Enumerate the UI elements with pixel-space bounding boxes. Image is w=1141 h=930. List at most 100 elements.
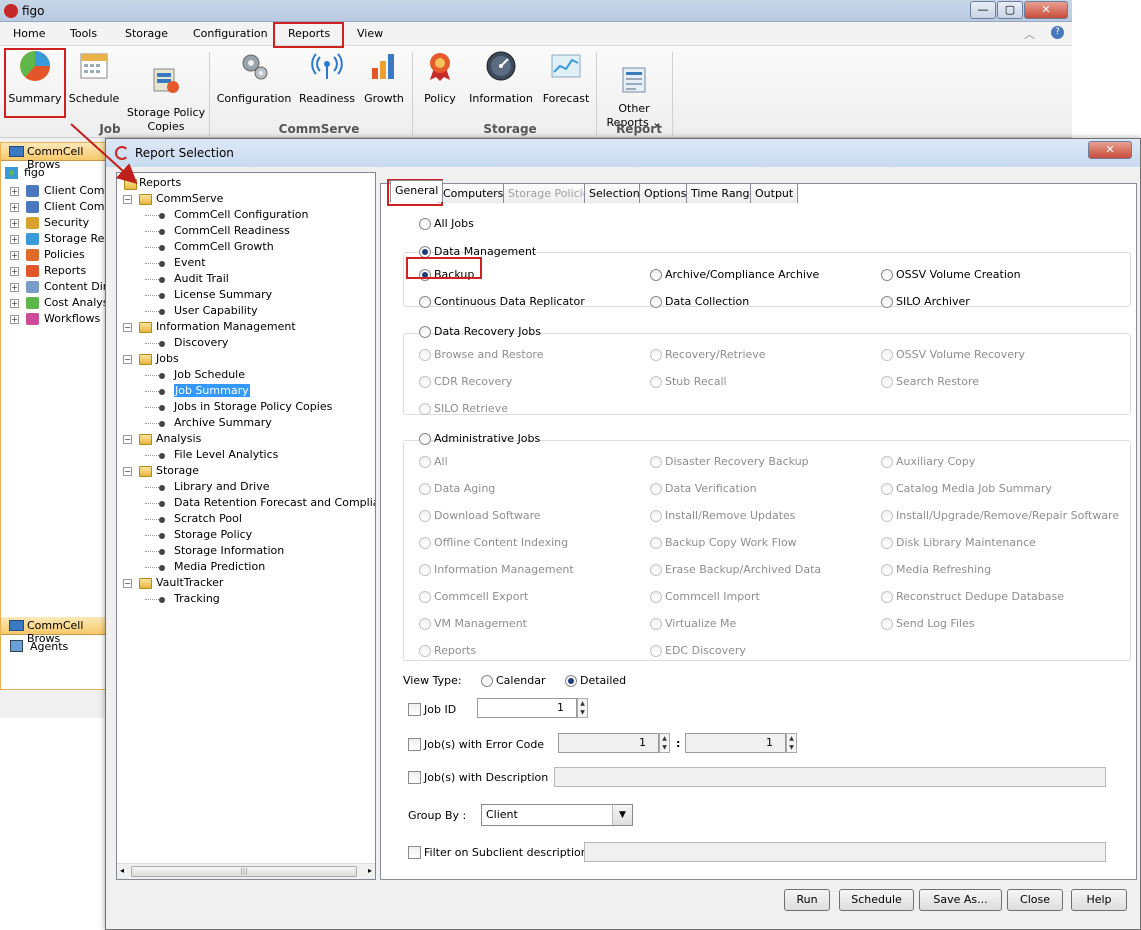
view-detailed-radio[interactable]	[565, 675, 577, 687]
tree-group-information-management[interactable]: Information Management	[156, 320, 296, 333]
close-button[interactable]: Close	[1007, 889, 1063, 911]
job-id-spinner[interactable]: 1▲ ▼	[477, 698, 577, 718]
tab-output[interactable]: Output	[750, 183, 798, 203]
scroll-left-icon[interactable]: ◂	[120, 866, 124, 875]
spinner-arrows-icon[interactable]: ▲ ▼	[577, 698, 588, 718]
description-checkbox[interactable]	[408, 771, 421, 784]
tree-item-jobs-in-storage-policy-copies[interactable]: Jobs in Storage Policy Copies	[174, 400, 332, 413]
group-by-select[interactable]: Client▼	[481, 804, 633, 826]
tree-item-commcell-growth[interactable]: CommCell Growth	[174, 240, 274, 253]
view-detailed-label[interactable]: Detailed	[580, 674, 626, 687]
subclient-filter-checkbox[interactable]	[408, 846, 421, 859]
help-button[interactable]: Help	[1071, 889, 1127, 911]
tree-item-library-and-drive[interactable]: Library and Drive	[174, 480, 269, 493]
tree-item-scratch-pool[interactable]: Scratch Pool	[174, 512, 242, 525]
silo-archiver-label[interactable]: SILO Archiver	[896, 295, 970, 308]
expand-icon[interactable]: +	[10, 267, 19, 276]
continuous-data-replicator-radio[interactable]	[419, 296, 431, 308]
silo-archiver-radio[interactable]	[881, 296, 893, 308]
tree-item-security[interactable]: Security	[44, 216, 89, 229]
data-collection-label[interactable]: Data Collection	[665, 295, 749, 308]
tree-item-user-capability[interactable]: User Capability	[174, 304, 258, 317]
policy-button[interactable]: Policy	[419, 50, 461, 106]
archive-compliance-archive-label[interactable]: Archive/Compliance Archive	[665, 268, 819, 281]
data-recovery-jobs-label[interactable]: Data Recovery Jobs	[434, 325, 541, 338]
job-id-checkbox[interactable]	[408, 703, 421, 716]
data-collection-radio[interactable]	[650, 296, 662, 308]
tree-item-job-summary[interactable]: Job Summary	[174, 384, 250, 397]
tree-group-analysis[interactable]: Analysis	[156, 432, 201, 445]
tree-item-commcell-readiness[interactable]: CommCell Readiness	[174, 224, 290, 237]
expand-icon[interactable]: +	[10, 299, 19, 308]
ribbon-collapse-icon[interactable]: ︿	[1024, 26, 1035, 42]
expand-icon[interactable]: +	[10, 283, 19, 292]
menu-tools[interactable]: Tools	[70, 27, 97, 40]
all-jobs-label[interactable]: All Jobs	[434, 217, 474, 230]
commcell-browser-header[interactable]: CommCell Brows	[1, 143, 106, 161]
scroll-thumb[interactable]: |||	[131, 866, 357, 877]
administrative-jobs-radio[interactable]	[419, 433, 431, 445]
dialog-close-button[interactable]: ✕	[1088, 141, 1132, 159]
tree-item-event[interactable]: Event	[174, 256, 206, 269]
tree-group-storage[interactable]: Storage	[156, 464, 199, 477]
expand-icon[interactable]: +	[10, 251, 19, 260]
tree-item-job-schedule[interactable]: Job Schedule	[174, 368, 245, 381]
menu-home[interactable]: Home	[13, 27, 45, 40]
tree-item-commcell-configuration[interactable]: CommCell Configuration	[174, 208, 309, 221]
tab-computers[interactable]: Computers	[438, 183, 508, 203]
data-recovery-jobs-radio[interactable]	[419, 326, 431, 338]
schedule-button[interactable]: Schedule	[839, 889, 914, 911]
tree-group-commserve[interactable]: CommServe	[156, 192, 223, 205]
menu-storage[interactable]: Storage	[125, 27, 168, 40]
tree-item-policies[interactable]: Policies	[44, 248, 85, 261]
close-button[interactable]: ✕	[1024, 1, 1068, 19]
expand-icon[interactable]: +	[10, 219, 19, 228]
readiness-button[interactable]: Readiness	[296, 50, 358, 106]
collapse-icon[interactable]: −	[123, 579, 132, 588]
expand-icon[interactable]: +	[10, 235, 19, 244]
collapse-icon[interactable]: −	[123, 467, 132, 476]
commcell-browser-footer[interactable]: CommCell Brows	[1, 617, 106, 635]
error-code-checkbox[interactable]	[408, 738, 421, 751]
tree-item-reports[interactable]: Reports	[44, 264, 86, 277]
maximize-button[interactable]: ▢	[997, 1, 1023, 19]
tree-item-content-dire[interactable]: Content Dire	[44, 280, 114, 293]
tree-horizontal-scrollbar[interactable]: ◂ ||| ▸	[117, 863, 375, 879]
ossv-volume-creation-radio[interactable]	[881, 269, 893, 281]
expand-icon[interactable]: +	[10, 203, 19, 212]
tree-item-storage-policy[interactable]: Storage Policy	[174, 528, 252, 541]
continuous-data-replicator-label[interactable]: Continuous Data Replicator	[434, 295, 585, 308]
scroll-right-icon[interactable]: ▸	[368, 866, 372, 875]
tab-options[interactable]: Options	[639, 183, 691, 203]
forecast-button[interactable]: Forecast	[540, 50, 592, 106]
tree-item-discovery[interactable]: Discovery	[174, 336, 228, 349]
tree-item-cost-analysi[interactable]: Cost Analysi	[44, 296, 112, 309]
schedule-button[interactable]: Schedule	[66, 50, 122, 106]
run-button[interactable]: Run	[784, 889, 830, 911]
other-reports-button[interactable]: Other Reports ⌄	[603, 50, 665, 130]
agents-item[interactable]: Agents	[30, 640, 68, 653]
view-calendar-label[interactable]: Calendar	[496, 674, 545, 687]
tree-group-jobs[interactable]: Jobs	[156, 352, 179, 365]
information-button[interactable]: Information	[465, 50, 537, 106]
tree-root-reports[interactable]: Reports	[139, 176, 181, 189]
tree-group-vaulttracker[interactable]: VaultTracker	[156, 576, 223, 589]
chevron-down-icon[interactable]: ▼	[612, 805, 632, 825]
tree-item-license-summary[interactable]: License Summary	[174, 288, 272, 301]
menu-configuration[interactable]: Configuration	[193, 27, 268, 40]
tree-item-audit-trail[interactable]: Audit Trail	[174, 272, 229, 285]
expand-icon[interactable]: +	[10, 187, 19, 196]
tree-item-data-retention-forecast-and-compliance[interactable]: Data Retention Forecast and Compliance	[174, 496, 376, 509]
tree-root-figo[interactable]: figo	[24, 166, 45, 179]
configuration-button[interactable]: Configuration	[214, 50, 294, 106]
tree-item-storage-information[interactable]: Storage Information	[174, 544, 284, 557]
tree-item-archive-summary[interactable]: Archive Summary	[174, 416, 272, 429]
collapse-icon[interactable]: −	[123, 435, 132, 444]
tab-selection[interactable]: Selection	[584, 183, 645, 203]
growth-button[interactable]: Growth	[362, 50, 406, 106]
help-icon[interactable]: ?	[1051, 26, 1064, 39]
ossv-volume-creation-label[interactable]: OSSV Volume Creation	[896, 268, 1021, 281]
save-as-button[interactable]: Save As...	[919, 889, 1002, 911]
tree-item-workflows[interactable]: Workflows	[44, 312, 100, 325]
collapse-icon[interactable]: −	[123, 355, 132, 364]
